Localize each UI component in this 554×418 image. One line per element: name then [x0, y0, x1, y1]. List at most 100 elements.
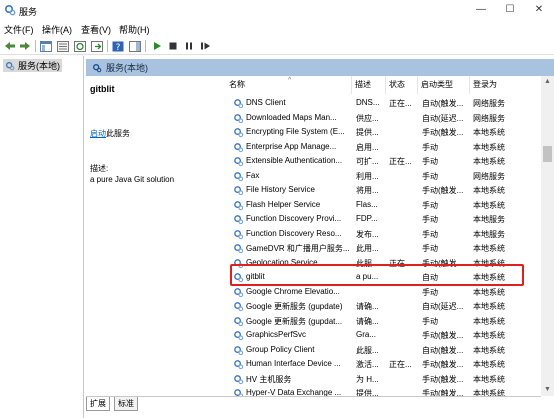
service-row[interactable]: File History Service 将用... 手动(触发... 本地系统 [226, 183, 544, 198]
service-description-cell: 供应... [356, 113, 379, 123]
service-row[interactable]: Flash Helper Service Flas... 手动 本地系统 [226, 198, 544, 213]
service-description-cell: Flas... [356, 199, 378, 209]
scroll-down-arrow-icon[interactable]: ▼ [541, 384, 554, 396]
show-hide-pane-icon[interactable] [128, 39, 142, 53]
back-arrow-icon[interactable] [3, 39, 17, 53]
service-gear-icon [234, 142, 244, 152]
start-service-icon[interactable] [150, 39, 164, 53]
service-row[interactable]: GraphicsPerfSvc Gra... 手动(触发... 本地系统 [226, 328, 544, 343]
service-startup-type-cell: 手动(触发... [422, 389, 464, 396]
window-title: 服务 [19, 7, 38, 17]
column-header-description[interactable]: 描述 [352, 76, 386, 94]
services-gear-icon [4, 4, 16, 16]
service-name-cell: Function Discovery Provi... [246, 214, 342, 223]
service-status-cell: 正在... [389, 360, 412, 369]
service-startup-type-cell: 自动(延迟... [422, 302, 464, 311]
pane-header-title: 服务(本地) [106, 63, 148, 73]
service-description-cell: 此用... [356, 244, 379, 253]
menu-help[interactable]: 帮助(H) [119, 23, 150, 36]
service-row[interactable]: Hyper-V Data Exchange ... 提供... 手动(触发... 本地… [226, 386, 544, 396]
service-description-cell: 为 H... [356, 374, 379, 384]
service-row[interactable]: Google 更新服务 (gupdate) 请确... 自动(延迟... 本地系统 [226, 299, 544, 314]
service-row[interactable]: Google Chrome Elevatio... 手动 本地系统 [226, 285, 544, 300]
service-gear-icon [234, 99, 244, 109]
maximize-button[interactable]: ☐ [497, 2, 523, 18]
properties-icon[interactable] [56, 39, 70, 53]
service-row[interactable]: DNS Client DNS... 正在... 自动(触发... 网络服务 [226, 96, 544, 111]
stop-service-icon[interactable] [166, 39, 180, 53]
menu-bar: 文件(F) 操作(A) 查看(V) 帮助(H) [0, 20, 554, 37]
refresh-icon[interactable] [73, 39, 87, 53]
tab-standard[interactable]: 标准 [114, 397, 138, 411]
service-row[interactable]: Group Policy Client 此服... 自动(触发... 本地系统 [226, 343, 544, 358]
console-tree-icon[interactable] [39, 39, 53, 53]
service-gear-icon [234, 331, 244, 341]
service-row[interactable]: Extensible Authentication... 可扩... 正在... 手动… [226, 154, 544, 169]
service-logon-cell: 本地系统 [473, 360, 505, 369]
service-startup-type-cell: 手动 [422, 287, 438, 297]
export-list-icon[interactable] [90, 39, 104, 53]
service-gear-icon [234, 345, 244, 355]
pause-service-icon[interactable] [182, 39, 196, 53]
close-button[interactable]: ✕ [526, 2, 552, 18]
tab-extended[interactable]: 扩展 [86, 397, 110, 411]
service-logon-cell: 本地系统 [473, 186, 505, 195]
service-name-cell: Encrypting File System (E... [246, 127, 345, 136]
help-icon[interactable]: ? [111, 39, 125, 53]
service-row[interactable]: GameDVR 和广播用户服务... 此用... 手动 本地系统 [226, 241, 544, 256]
service-gear-icon [234, 128, 244, 138]
service-gear-icon [234, 113, 244, 123]
service-row[interactable]: HV 主机服务 为 H... 手动(触发... 本地系统 [226, 372, 544, 387]
scrollbar-thumb[interactable] [543, 146, 552, 162]
service-logon-cell: 本地系统 [473, 374, 505, 384]
start-service-link[interactable]: 启动 [90, 129, 106, 138]
service-logon-cell: 网络服务 [473, 113, 505, 123]
column-header-name[interactable]: ^ 名称 [226, 76, 352, 94]
service-description-cell: Gra... [356, 330, 377, 339]
service-startup-type-cell: 手动 [422, 157, 438, 166]
menu-view[interactable]: 查看(V) [81, 23, 111, 36]
service-row[interactable]: Human Interface Device ... 激活... 正在... 手动(触… [226, 357, 544, 372]
service-description-cell: DNS... [356, 98, 380, 107]
restart-service-icon[interactable] [198, 39, 212, 53]
services-list: ^ 名称 描述 状态 启动类型 登录为 DNS Client DNS... 正在..… [226, 76, 554, 396]
service-row[interactable]: Function Discovery Provi... FDP... 手动 本地服务 [226, 212, 544, 227]
service-description-cell: 请确... [356, 302, 379, 311]
selected-service-name: gitblit [90, 84, 115, 94]
service-row[interactable]: Google 更新服务 (gupdat... 请确... 手动 本地系统 [226, 314, 544, 329]
service-name-cell: Google 更新服务 (gupdat... [246, 316, 343, 326]
column-header-startup-type[interactable]: 启动类型 [418, 76, 470, 94]
service-gear-icon [234, 157, 244, 167]
service-gear-icon [234, 287, 244, 297]
service-row[interactable]: Downloaded Maps Man... 供应... 自动(延迟... 网络服务 [226, 111, 544, 126]
service-gear-icon [234, 316, 244, 326]
service-row[interactable]: Enterprise App Manage... 启用... 手动 本地系统 [226, 140, 544, 155]
vertical-scrollbar[interactable]: ▲ ▼ [541, 76, 554, 396]
service-row[interactable]: Fax 利用... 手动 网络服务 [226, 169, 544, 184]
service-startup-type-cell: 手动(触发... [422, 128, 464, 137]
service-logon-cell: 网络服务 [473, 171, 505, 181]
service-row[interactable]: Function Discovery Reso... 发布... 手动 本地服务 [226, 227, 544, 242]
service-name-cell: Enterprise App Manage... [246, 141, 337, 151]
service-logon-cell: 本地系统 [473, 389, 505, 396]
menu-file[interactable]: 文件(F) [4, 23, 34, 36]
column-header-status[interactable]: 状态 [386, 76, 418, 94]
service-row[interactable]: Encrypting File System (E... 提供... 手动(触发..… [226, 125, 544, 140]
service-description-cell: 启用... [356, 142, 379, 152]
service-startup-type-cell: 自动(延迟... [422, 113, 464, 123]
services-gear-icon [93, 63, 102, 72]
service-name-cell: Human Interface Device ... [246, 359, 341, 368]
sort-ascending-icon: ^ [288, 77, 292, 84]
toolbar-separator [145, 40, 146, 52]
view-tabs: 扩展 标准 [86, 396, 541, 418]
tree-item-services-local[interactable]: 服务(本地) [3, 59, 62, 72]
scroll-up-arrow-icon[interactable]: ▲ [541, 76, 554, 88]
column-header-logon-as[interactable]: 登录为 [470, 76, 544, 94]
forward-arrow-icon[interactable] [18, 39, 32, 53]
start-service-suffix: 此服务 [106, 129, 130, 138]
service-description-cell: 提供... [356, 389, 379, 396]
service-logon-cell: 本地系统 [473, 302, 505, 311]
service-name-cell: Google Chrome Elevatio... [246, 286, 340, 296]
minimize-button[interactable]: — [468, 2, 494, 18]
menu-action[interactable]: 操作(A) [42, 23, 72, 36]
